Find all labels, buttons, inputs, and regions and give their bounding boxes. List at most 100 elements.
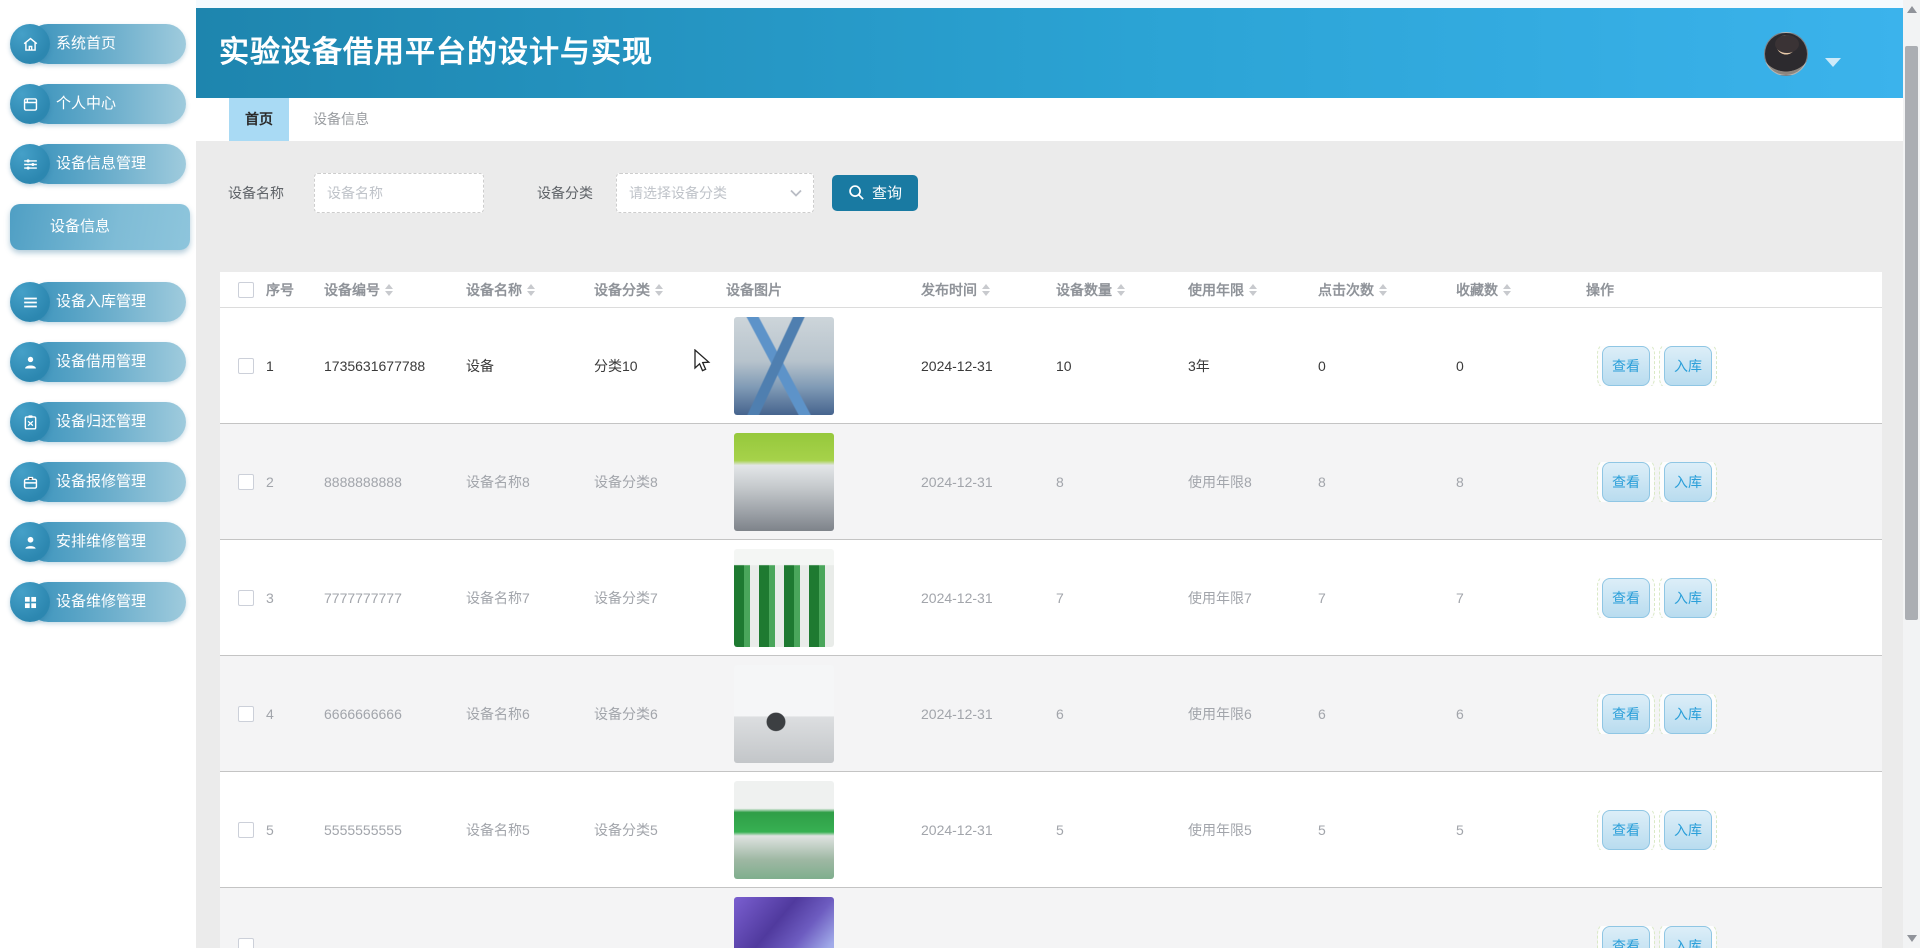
sidebar-item-label: 设备归还管理 <box>28 402 186 442</box>
row-checkbox[interactable] <box>238 474 254 490</box>
sidebar-item-label: 系统首页 <box>28 24 186 64</box>
scrollbar-thumb[interactable] <box>1905 46 1918 620</box>
sidebar-item-label: 设备维修管理 <box>28 582 186 622</box>
view-button[interactable]: 查看 <box>1602 462 1650 502</box>
search-icon <box>848 184 865 201</box>
sidebar-item-label: 设备信息管理 <box>28 144 186 184</box>
sort-carets-icon[interactable] <box>982 284 990 296</box>
view-button[interactable]: 查看 <box>1602 346 1650 386</box>
sidebar-item-device-repair-mgmt[interactable]: 设备报修管理 <box>10 462 186 502</box>
home-icon <box>10 24 50 64</box>
device-image-green-wall-stainless-lab[interactable] <box>734 433 834 531</box>
column-header: 序号 <box>256 280 314 300</box>
select-placeholder: 请选择设备分类 <box>629 183 727 203</box>
sort-carets-icon[interactable] <box>527 284 535 296</box>
chevron-down-icon[interactable] <box>1825 58 1841 67</box>
column-header[interactable]: 点击次数 <box>1308 280 1446 300</box>
column-header[interactable]: 收藏数 <box>1446 280 1576 300</box>
sidebar-item-system-home[interactable]: 系统首页 <box>10 24 186 64</box>
stock-in-button[interactable]: 入库 <box>1664 926 1712 948</box>
device-image-green-filter-tanks[interactable] <box>734 549 834 647</box>
sort-carets-icon[interactable] <box>1117 284 1125 296</box>
stock-in-button[interactable]: 入库 <box>1664 578 1712 618</box>
device-image-white-lab-workbench[interactable] <box>734 665 834 763</box>
column-header[interactable]: 设备数量 <box>1046 280 1178 300</box>
sidebar-subitem-device-info[interactable]: 设备信息 <box>10 204 190 250</box>
sort-carets-icon[interactable] <box>385 284 393 296</box>
sort-carets-icon[interactable] <box>1249 284 1257 296</box>
content-area: 设备名称 设备分类 请选择设备分类 查询 <box>196 141 1903 948</box>
tab-home[interactable]: 首页 <box>229 98 289 141</box>
table-row: 查看入库 <box>220 888 1882 948</box>
table-row: 37777777777设备名称7设备分类72024-12-317使用年限777查… <box>220 540 1882 656</box>
table-row: 11735631677788设备分类102024-12-31103年00查看入库 <box>220 308 1882 424</box>
page-title: 实验设备借用平台的设计与实现 <box>196 8 1903 98</box>
sidebar-item-device-info-mgmt[interactable]: 设备信息管理 <box>10 144 186 184</box>
column-header: 操作 <box>1576 280 1882 300</box>
sidebar-item-label: 设备报修管理 <box>28 462 186 502</box>
device-image-blue-fume-extractor-machines[interactable] <box>734 317 834 415</box>
row-checkbox[interactable] <box>238 822 254 838</box>
sidebar-item-arrange-maintenance-mgmt[interactable]: 安排维修管理 <box>10 522 186 562</box>
row-checkbox[interactable] <box>238 590 254 606</box>
scroll-down-icon[interactable] <box>1907 935 1917 942</box>
stock-in-button[interactable]: 入库 <box>1664 694 1712 734</box>
device-category-select[interactable]: 请选择设备分类 <box>616 173 814 213</box>
table-body: 11735631677788设备分类102024-12-31103年00查看入库… <box>220 308 1882 948</box>
chevron-down-icon <box>789 186 803 200</box>
query-button[interactable]: 查询 <box>832 175 918 211</box>
sidebar-item-device-return-mgmt[interactable]: 设备归还管理 <box>10 402 186 442</box>
column-header[interactable]: 设备编号 <box>314 280 456 300</box>
device-image-green-cnc-machine[interactable] <box>734 781 834 879</box>
sliders-icon <box>10 144 50 184</box>
tab-device-info[interactable]: 设备信息 <box>297 98 385 141</box>
user-avatar[interactable] <box>1764 32 1808 76</box>
column-header[interactable]: 发布时间 <box>911 280 1046 300</box>
clipboard-icon <box>10 402 50 442</box>
table-row: 28888888888设备名称8设备分类82024-12-318使用年限888查… <box>220 424 1882 540</box>
view-button[interactable]: 查看 <box>1602 810 1650 850</box>
sidebar-item-device-maintenance-mgmt[interactable]: 设备维修管理 <box>10 582 186 622</box>
scroll-up-icon[interactable] <box>1907 6 1917 13</box>
sidebar-item-label: 安排维修管理 <box>28 522 186 562</box>
sidebar-item-device-inbound-mgmt[interactable]: 设备入库管理 <box>10 282 186 322</box>
row-checkbox[interactable] <box>238 358 254 374</box>
card-icon <box>10 84 50 124</box>
user-icon <box>10 342 50 382</box>
sidebar-item-personal-center[interactable]: 个人中心 <box>10 84 186 124</box>
table-row: 46666666666设备名称6设备分类62024-12-316使用年限666查… <box>220 656 1882 772</box>
column-header[interactable]: 设备分类 <box>584 280 716 300</box>
column-header[interactable]: 设备名称 <box>456 280 584 300</box>
app-header: 实验设备借用平台的设计与实现 <box>196 8 1903 98</box>
list-icon <box>10 282 50 322</box>
stock-in-button[interactable]: 入库 <box>1664 810 1712 850</box>
row-checkbox[interactable] <box>238 938 254 948</box>
row-checkbox[interactable] <box>238 706 254 722</box>
view-button[interactable]: 查看 <box>1602 578 1650 618</box>
view-button[interactable]: 查看 <box>1602 926 1650 948</box>
person-icon <box>10 522 50 562</box>
table-row: 55555555555设备名称5设备分类52024-12-315使用年限555查… <box>220 772 1882 888</box>
page-scrollbar[interactable] <box>1903 0 1920 948</box>
main-area: 实验设备借用平台的设计与实现 首页设备信息 设备名称 设备分类 请选择设备分类 <box>196 0 1903 948</box>
briefcase-icon <box>10 462 50 502</box>
sidebar-item-label: 设备入库管理 <box>28 282 186 322</box>
sort-carets-icon[interactable] <box>1379 284 1387 296</box>
view-button[interactable]: 查看 <box>1602 694 1650 734</box>
select-all-checkbox[interactable] <box>238 282 254 298</box>
device-category-label: 设备分类 <box>537 183 593 203</box>
stock-in-button[interactable]: 入库 <box>1664 346 1712 386</box>
sidebar-item-device-borrow-mgmt[interactable]: 设备借用管理 <box>10 342 186 382</box>
device-name-input[interactable] <box>314 173 484 213</box>
top-strip <box>196 0 1903 8</box>
sort-carets-icon[interactable] <box>655 284 663 296</box>
search-bar: 设备名称 设备分类 请选择设备分类 查询 <box>220 141 1903 272</box>
tab-bar: 首页设备信息 <box>196 98 1903 141</box>
table-header-row: 序号设备编号设备名称设备分类设备图片发布时间设备数量使用年限点击次数收藏数操作 <box>220 272 1882 308</box>
column-header: 设备图片 <box>716 280 911 300</box>
column-header[interactable]: 使用年限 <box>1178 280 1308 300</box>
stock-in-button[interactable]: 入库 <box>1664 462 1712 502</box>
sidebar-item-label: 设备借用管理 <box>28 342 186 382</box>
device-image-purple-tech-scene[interactable] <box>734 897 834 948</box>
sort-carets-icon[interactable] <box>1503 284 1511 296</box>
